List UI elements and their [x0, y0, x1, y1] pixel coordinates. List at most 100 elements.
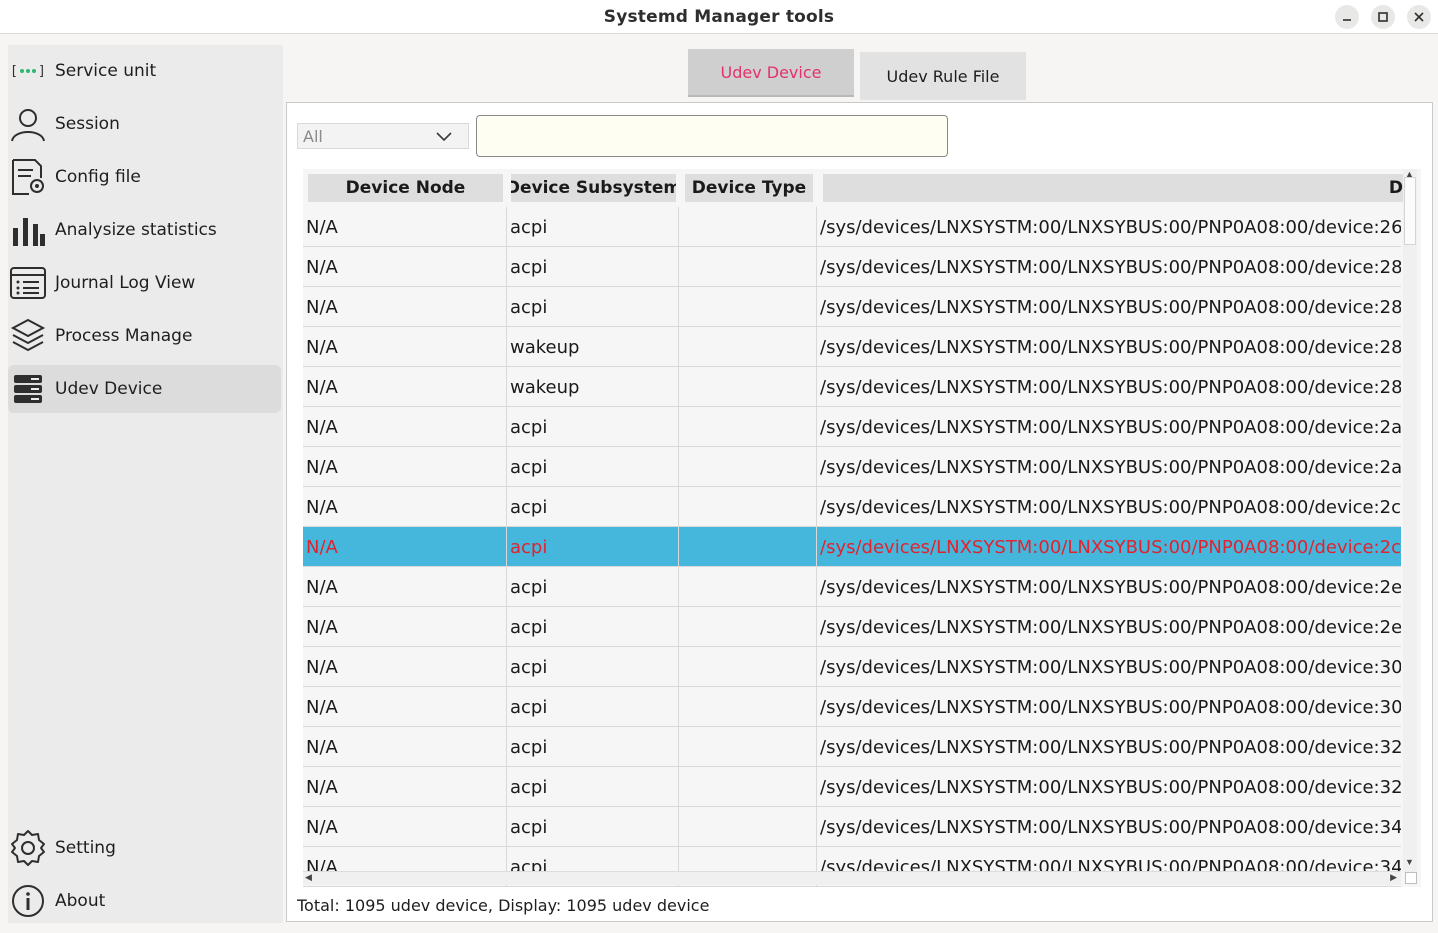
cell-device-path: /sys/devices/LNXSYSTM:00/LNXSYBUS:00/PNP…: [820, 616, 1401, 638]
minimize-button[interactable]: [1335, 5, 1359, 29]
cell-device-path: /sys/devices/LNXSYSTM:00/LNXSYBUS:00/PNP…: [820, 496, 1401, 518]
cell-device-type: [679, 327, 817, 367]
cell-device-subsystem: acpi: [507, 527, 679, 567]
table-row[interactable]: N/A wakeup/sys/devices/LNXSYSTM:00/LNXSYB…: [303, 367, 1401, 407]
cell-device-path: /sys/devices/LNXSYSTM:00/LNXSYBUS:00/PNP…: [820, 216, 1401, 238]
cell-device-type: [679, 407, 817, 447]
cell-device-type: [679, 727, 817, 767]
cell-device-node: N/A: [303, 247, 507, 287]
table-row[interactable]: N/A acpi/sys/devices/LNXSYSTM:00/LNXSYBUS…: [303, 767, 1401, 807]
cell-device-subsystem: acpi: [507, 647, 679, 687]
column-header-device-node[interactable]: Device Node: [308, 174, 503, 202]
title-bar: Systemd Manager tools: [0, 0, 1438, 34]
sidebar-item-service-unit[interactable]: [] Service unit: [8, 47, 281, 95]
filter-selected-value: All: [303, 126, 323, 146]
table-row[interactable]: N/A acpi/sys/devices/LNXSYSTM:00/LNXSYBUS…: [303, 527, 1401, 567]
cell-device-path: /sys/devices/LNXSYSTM:00/LNXSYBUS:00/PNP…: [820, 256, 1401, 278]
udev-device-panel: All Device Node Device Subsystem Device …: [286, 102, 1433, 922]
column-header-device-subsystem[interactable]: Device Subsystem: [511, 174, 676, 202]
udev-device-table: Device Node Device Subsystem Device Type…: [303, 169, 1421, 887]
table-row[interactable]: N/A acpi/sys/devices/LNXSYSTM:00/LNXSYBUS…: [303, 687, 1401, 727]
vertical-scroll-thumb[interactable]: [1404, 177, 1416, 245]
sidebar-item-session[interactable]: Session: [8, 100, 281, 148]
horizontal-scrollbar[interactable]: ◀ ▶: [303, 871, 1401, 885]
cell-device-node: N/A: [303, 807, 507, 847]
cell-device-subsystem: acpi: [507, 807, 679, 847]
table-row[interactable]: N/A acpi/sys/devices/LNXSYSTM:00/LNXSYBUS…: [303, 207, 1401, 247]
table-row[interactable]: N/A acpi/sys/devices/LNXSYSTM:00/LNXSYBUS…: [303, 447, 1401, 487]
server-icon: [8, 369, 48, 409]
cell-device-subsystem: acpi: [507, 687, 679, 727]
cell-device-node: N/A: [303, 767, 507, 807]
sidebar-item-config-file[interactable]: Config file: [8, 153, 281, 201]
scroll-left-arrow-icon[interactable]: ◀: [305, 872, 312, 883]
cell-device-path: /sys/devices/LNXSYSTM:00/LNXSYBUS:00/PNP…: [820, 656, 1401, 678]
sidebar-item-journal-log-view[interactable]: Journal Log View: [8, 259, 281, 307]
user-icon: [8, 104, 48, 144]
table-row[interactable]: N/A acpi/sys/devices/LNXSYSTM:00/LNXSYBUS…: [303, 287, 1401, 327]
cell-device-path: /sys/devices/LNXSYSTM:00/LNXSYBUS:00/PNP…: [820, 536, 1401, 558]
minimize-icon: [1343, 19, 1351, 21]
cell-device-subsystem: wakeup: [507, 367, 679, 407]
table-row[interactable]: N/A acpi/sys/devices/LNXSYSTM:00/LNXSYBUS…: [303, 567, 1401, 607]
bar-chart-icon: [8, 210, 48, 250]
cell-device-node: N/A: [303, 607, 507, 647]
log-list-icon: [8, 263, 48, 303]
cell-device-node: N/A: [303, 487, 507, 527]
subsystem-filter-select[interactable]: All: [297, 123, 469, 149]
table-row[interactable]: N/A acpi/sys/devices/LNXSYSTM:00/LNXSYBUS…: [303, 247, 1401, 287]
table-row[interactable]: N/A acpi/sys/devices/LNXSYSTM:00/LNXSYBUS…: [303, 647, 1401, 687]
table-row[interactable]: N/A acpi/sys/devices/LNXSYSTM:00/LNXSYBUS…: [303, 487, 1401, 527]
tab-udev-device[interactable]: Udev Device: [688, 49, 854, 97]
cell-device-path: /sys/devices/LNXSYSTM:00/LNXSYBUS:00/PNP…: [820, 816, 1401, 838]
column-header-device-path[interactable]: D: [823, 174, 1403, 202]
sidebar-item-about[interactable]: About: [8, 877, 281, 925]
close-icon: [1414, 12, 1424, 22]
cell-device-subsystem: acpi: [507, 287, 679, 327]
cell-device-subsystem: acpi: [507, 607, 679, 647]
sidebar-item-label: Analysize statistics: [55, 220, 217, 240]
table-row[interactable]: N/A acpi/sys/devices/LNXSYSTM:00/LNXSYBUS…: [303, 807, 1401, 847]
sidebar-item-process-manage[interactable]: Process Manage: [8, 312, 281, 360]
scroll-right-arrow-icon[interactable]: ▶: [1390, 872, 1397, 883]
cell-device-node: N/A: [303, 367, 507, 407]
service-unit-icon: []: [8, 51, 48, 91]
sidebar-item-analysize-statistics[interactable]: Analysize statistics: [8, 206, 281, 254]
cell-device-type: [679, 287, 817, 327]
sidebar-item-label: Service unit: [55, 61, 157, 81]
sidebar: [] Service unit Session Config file Anal…: [8, 45, 283, 923]
close-button[interactable]: [1407, 5, 1431, 29]
cell-device-node: N/A: [303, 287, 507, 327]
chevron-down-icon: [436, 132, 452, 142]
cell-device-path: /sys/devices/LNXSYSTM:00/LNXSYBUS:00/PNP…: [820, 296, 1401, 318]
table-row[interactable]: N/A acpi/sys/devices/LNXSYSTM:00/LNXSYBUS…: [303, 607, 1401, 647]
table-row[interactable]: N/A acpi/sys/devices/LNXSYSTM:00/LNXSYBUS…: [303, 727, 1401, 767]
cell-device-path: /sys/devices/LNXSYSTM:00/LNXSYBUS:00/PNP…: [820, 416, 1401, 438]
table-header: Device Node Device Subsystem Device Type…: [303, 169, 1403, 205]
cell-device-subsystem: wakeup: [507, 327, 679, 367]
maximize-button[interactable]: [1371, 5, 1395, 29]
sidebar-item-label: About: [55, 891, 106, 911]
search-input[interactable]: [476, 115, 948, 157]
info-icon: [8, 881, 48, 921]
column-header-device-type[interactable]: Device Type: [685, 174, 813, 202]
vertical-scrollbar[interactable]: ▲ ▼: [1403, 169, 1417, 873]
tab-udev-rule-file[interactable]: Udev Rule File: [860, 52, 1026, 100]
cell-device-subsystem: acpi: [507, 407, 679, 447]
cell-device-type: [679, 647, 817, 687]
cell-device-path: /sys/devices/LNXSYSTM:00/LNXSYBUS:00/PNP…: [820, 376, 1401, 398]
cell-device-type: [679, 367, 817, 407]
sidebar-item-label: Udev Device: [55, 379, 163, 399]
cell-device-type: [679, 687, 817, 727]
cell-device-subsystem: acpi: [507, 487, 679, 527]
layers-icon: [8, 316, 48, 356]
cell-device-type: [679, 567, 817, 607]
sidebar-item-udev-device[interactable]: Udev Device: [8, 365, 281, 413]
cell-device-type: [679, 207, 817, 247]
scroll-down-arrow-icon[interactable]: ▼: [1405, 857, 1414, 867]
table-row[interactable]: N/A wakeup/sys/devices/LNXSYSTM:00/LNXSYB…: [303, 327, 1401, 367]
cell-device-node: N/A: [303, 647, 507, 687]
sidebar-item-setting[interactable]: Setting: [8, 824, 281, 872]
cell-device-path: /sys/devices/LNXSYSTM:00/LNXSYBUS:00/PNP…: [820, 336, 1401, 358]
table-row[interactable]: N/A acpi/sys/devices/LNXSYSTM:00/LNXSYBUS…: [303, 407, 1401, 447]
